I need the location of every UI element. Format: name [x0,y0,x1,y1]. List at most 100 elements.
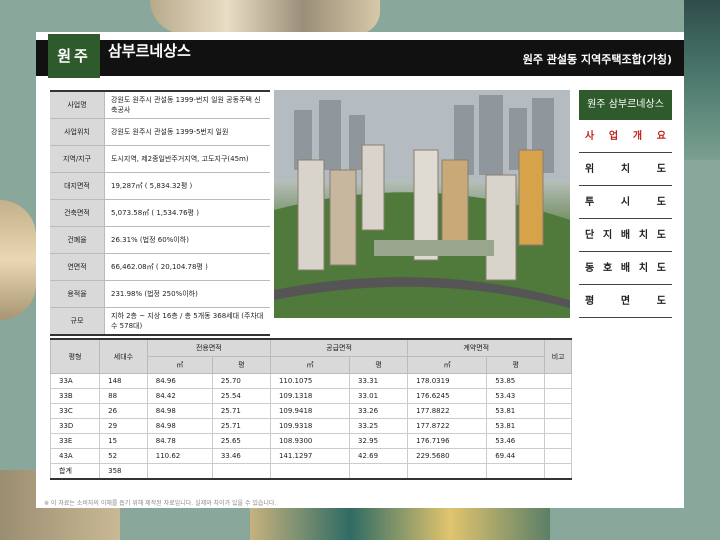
table-cell: 109.1318 [269,388,351,404]
project-info-table: 사업명 강원도 원주시 관설동 1399-번지 일원 공동주택 신축공사 사업위치 강… [50,90,270,336]
building-rendering [274,90,570,318]
table-cell: 84.42 [146,388,213,404]
table-cell: 33E [49,433,101,449]
brochure-page: 원주 관설동 지역주택조합(가칭) 원주 삼부르네상스 사업명 강원도 원주시 관… [36,32,684,508]
sub-sqm: ㎡ [146,356,213,374]
info-row: 용적율 231.98% (법정 250%이하) [50,280,270,308]
info-row: 건축면적 5,073.58㎡ ( 1,534.76평 ) [50,199,270,227]
info-value: 5,073.58㎡ ( 1,534.76평 ) [104,199,270,227]
table-cell: 177.8722 [407,418,488,434]
table-cell: 53.85 [486,373,546,389]
table-cell [544,433,572,449]
info-row: 연면적 66,462.08㎡ ( 20,104.78평 ) [50,253,270,281]
table-cell: 109.9418 [269,403,351,419]
total-label: 합계 [49,463,101,480]
table-cell: 33.46 [211,448,271,464]
background-decoration [0,200,36,320]
info-row: 대지면적 19,287㎡ ( 5,834.32평 ) [50,172,270,200]
organization-name: 원주 관설동 지역주택조합(가칭) [522,53,672,66]
total-count: 358 [99,463,148,480]
table-cell: 43A [49,448,101,464]
table-cell: 33D [49,418,101,434]
info-value: 강원도 원주시 관설동 1399-5번지 일원 [104,118,270,146]
info-row: 사업위치 강원도 원주시 관설동 1399-5번지 일원 [50,118,270,146]
info-label: 규모 [50,307,105,336]
info-row: 지역/지구 도시지역, 제2종일반주거지역, 고도지구(45m) [50,145,270,173]
col-households: 세대수 [99,338,148,374]
table-cell: 178.0319 [407,373,488,389]
background-decoration [684,0,720,160]
table-cell: 84.98 [146,418,213,434]
table-cell: 109.9318 [269,418,351,434]
menu-item[interactable]: 사업개요 [579,122,672,153]
side-menu: 원주 삼부르네상스 사업개요위치도투시도단지배치도동호배치도평면도 [579,90,672,320]
table-cell: 229.5680 [407,448,488,464]
table-cell: 25.54 [211,388,271,404]
sub-sqm: ㎡ [407,356,488,374]
table-cell: 177.8822 [407,403,488,419]
table-cell: 53.81 [486,418,546,434]
table-cell: 148 [99,373,148,389]
info-value: 26.31% (법정 60%이하) [104,226,270,254]
col-remarks: 비고 [544,338,572,374]
table-cell [544,448,572,464]
info-label: 대지면적 [50,172,105,200]
table-cell: 108.9300 [269,433,351,449]
table-cell: 53.81 [486,403,546,419]
table-cell: 33.26 [349,403,409,419]
info-value: 19,287㎡ ( 5,834.32평 ) [104,172,270,200]
col-supply-area: 공급면적 [269,338,409,357]
menu-item[interactable]: 위치도 [579,155,672,186]
sub-pyeong: 평 [486,356,546,374]
apartment-rendering-image [274,90,570,318]
menu-item[interactable]: 투시도 [579,188,672,219]
table-cell: 52 [99,448,148,464]
menu-item[interactable]: 평면도 [579,287,672,318]
menu-item[interactable]: 동호배치도 [579,254,672,285]
table-row: 33C 26 84.98 25.71 109.9418 33.26 177.8822 53.8… [49,403,572,419]
table-cell: 25.70 [211,373,271,389]
info-label: 건축면적 [50,199,105,227]
info-value: 66,462.08㎡ ( 20,104.78평 ) [104,253,270,281]
info-label: 지역/지구 [50,145,105,173]
table-row: 33D 29 84.98 25.71 109.9318 33.25 177.8722 53.8… [49,418,572,434]
sub-pyeong: 평 [211,356,271,374]
background-decoration [150,0,380,34]
table-cell: 88 [99,388,148,404]
table-cell [544,403,572,419]
project-title: 삼부르네상스 [108,42,191,60]
table-cell: 69.44 [486,448,546,464]
info-label: 사업위치 [50,118,105,146]
total-row: 합계 358 [49,463,572,480]
table-cell: 84.96 [146,373,213,389]
menu-item[interactable]: 단지배치도 [579,221,672,252]
table-cell: 42.69 [349,448,409,464]
table-cell: 25.71 [211,403,271,419]
table-cell: 33.31 [349,373,409,389]
table-row: 43A 52 110.62 33.46 141.1297 42.69 229.5680 69.… [49,448,572,464]
table-cell: 32.95 [349,433,409,449]
table-cell: 176.6245 [407,388,488,404]
menu-title: 원주 삼부르네상스 [579,90,672,120]
table-cell: 33B [49,388,101,404]
table-cell: 26 [99,403,148,419]
table-cell: 33.25 [349,418,409,434]
info-label: 용적율 [50,280,105,308]
city-badge: 원주 [48,34,100,78]
col-exclusive-area: 전용면적 [146,338,271,357]
table-cell: 33A [49,373,101,389]
table-cell: 84.98 [146,403,213,419]
table-cell: 110.1075 [269,373,351,389]
table-cell: 33.01 [349,388,409,404]
table-row: 33A 148 84.96 25.70 110.1075 33.31 178.0319 53.… [49,373,572,389]
unit-area-table: 평형 세대수 전용면적 공급면적 계약면적 비고 ㎡ 평 ㎡ 평 ㎡ 평 33A… [49,338,572,480]
table-cell: 15 [99,433,148,449]
table-cell [544,373,572,389]
sub-sqm: ㎡ [269,356,351,374]
table-cell: 25.71 [211,418,271,434]
footnote: ※ 이 자료는 소비자의 이해를 돕기 위해 제작된 자료입니다. 실제와 차이… [44,500,277,507]
info-value: 강원도 원주시 관설동 1399-번지 일원 공동주택 신축공사 [104,91,270,119]
table-cell [544,388,572,404]
table-cell: 141.1297 [269,448,351,464]
sub-pyeong: 평 [349,356,409,374]
